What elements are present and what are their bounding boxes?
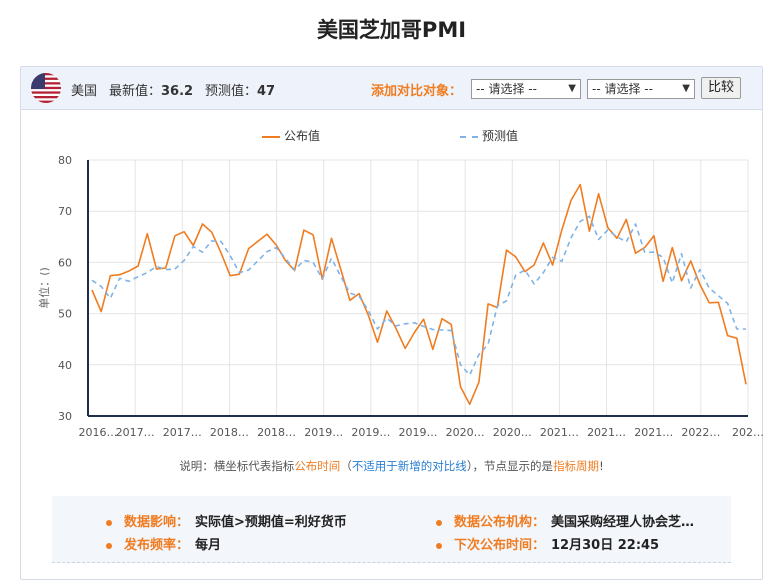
info-frequency: 发布频率： 每月: [106, 534, 221, 553]
y-tick-label: 40: [58, 359, 72, 372]
x-tick-label: 2021…: [540, 426, 579, 439]
chart-note: 说明：横坐标代表指标公布时间（不适用于新增的对比线），节点显示的是指标周期!: [0, 458, 783, 474]
x-tick-label: 2020…: [493, 426, 532, 439]
info-org-label: 数据公布机构：: [454, 515, 546, 530]
info-next-release-value: 12月30日 22:45: [551, 538, 660, 553]
info-impact: 数据影响： 实际值>预期值=利好货币: [106, 511, 347, 530]
info-impact-value: 实际值>预期值=利好货币: [195, 515, 347, 530]
y-axis-ticks: 30 40 50 60 70 80: [58, 154, 72, 423]
y-tick-label: 70: [58, 205, 72, 218]
note-part-1: 说明：横坐标代表指标: [179, 459, 295, 473]
x-tick-label: 202…: [732, 426, 764, 439]
x-tick-label: 2017…: [163, 426, 202, 439]
x-tick-label: 2017…: [116, 426, 155, 439]
note-part-3: （: [340, 459, 352, 473]
note-part-6: 指标周期: [553, 459, 600, 473]
x-tick-label: 2018…: [257, 426, 296, 439]
y-tick-label: 30: [58, 410, 72, 423]
y-tick-label: 50: [58, 308, 72, 321]
bullet-icon: [106, 542, 112, 549]
actual-series-line: [91, 183, 747, 406]
chart-series: [91, 183, 747, 406]
info-next-release-label: 下次公布时间：: [454, 538, 546, 553]
x-tick-label: 2021…: [634, 426, 673, 439]
info-org: 数据公布机构： 美国采购经理人协会芝…: [436, 511, 694, 530]
info-org-value: 美国采购经理人协会芝…: [551, 515, 695, 530]
bullet-icon: [106, 519, 112, 526]
x-tick-label: 2022…: [681, 426, 720, 439]
info-frequency-label: 发布频率：: [124, 538, 190, 553]
info-frequency-value: 每月: [195, 538, 222, 553]
x-tick-label: 2016…: [79, 426, 118, 439]
x-tick-label: 2020…: [446, 426, 485, 439]
note-part-2: 公布时间: [294, 459, 341, 473]
bullet-icon: [436, 542, 442, 549]
info-next-release: 下次公布时间： 12月30日 22:45: [436, 534, 659, 553]
chart-grid: [87, 159, 749, 417]
y-tick-label: 60: [58, 256, 72, 269]
x-axis-ticks: 2016…2017… 2017… 2018… 2018… 2019… 2019… 2019……: [79, 426, 765, 439]
x-tick-label: 2018…: [210, 426, 249, 439]
x-tick-label: 2019…: [399, 426, 438, 439]
note-part-4: 不适用于新增的对比线: [351, 459, 467, 473]
info-impact-label: 数据影响：: [124, 515, 190, 530]
info-panel: 数据影响： 实际值>预期值=利好货币 数据公布机构： 美国采购经理人协会芝… 发布频…: [52, 496, 731, 563]
x-tick-label: 2019…: [304, 426, 343, 439]
x-tick-label: 2019…: [351, 426, 390, 439]
y-tick-label: 80: [58, 154, 72, 167]
note-part-5: ），节点显示的是: [466, 459, 554, 473]
y-axis-label: 单位：(): [37, 267, 51, 309]
bullet-icon: [436, 519, 442, 526]
note-part-7: !: [599, 459, 604, 473]
x-tick-label: 2021…: [587, 426, 626, 439]
